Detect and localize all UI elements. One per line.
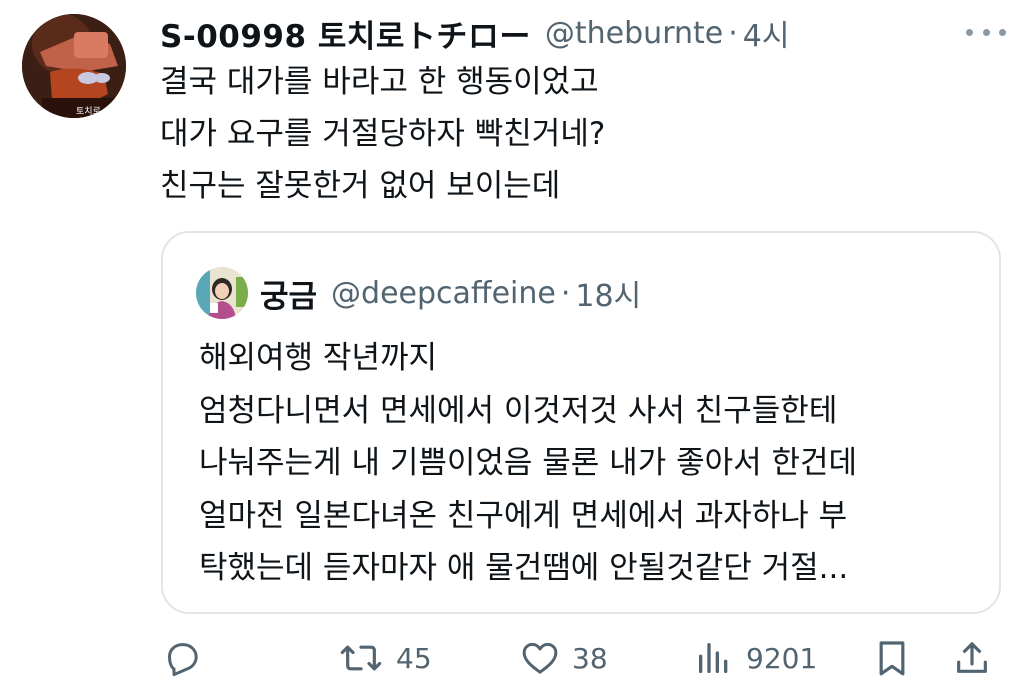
quoted-avatar-image	[196, 267, 248, 319]
views-icon	[699, 643, 728, 673]
avatar-caption: 토치로	[76, 105, 101, 117]
author-handle[interactable]: @theburnte	[545, 16, 723, 51]
quoted-tweet-card[interactable]: 궁금 @deepcaffeine · 18시 해외여행 작년까지 엄청다니면서 …	[161, 231, 1001, 614]
quoted-text-line: 탁했는데 듣자마자 애 물건땜에 안될것같단 거절...	[199, 550, 849, 586]
quoted-text-line: 해외여행 작년까지	[199, 340, 438, 376]
tweet-header: S-00998 토치로トチロー @theburnte · 4시	[160, 11, 954, 55]
tweet-action-bar: 45 38 9201	[0, 630, 1024, 686]
quoted-author-display-name[interactable]: 궁금	[260, 271, 317, 316]
author-avatar[interactable]: 토치로	[22, 14, 126, 118]
quoted-tweet-timestamp[interactable]: 18시	[575, 271, 641, 315]
bookmark-icon	[879, 641, 905, 676]
retweet-button[interactable]: 45	[338, 630, 432, 686]
quoted-text-line: 나눠주는게 내 기쁨이었음 물론 내가 좋아서 한건데	[199, 445, 858, 481]
more-dot	[999, 28, 1006, 36]
quoted-tweet-text: 해외여행 작년까지 엄청다니면서 면세에서 이것저것 사서 친구들한테 나눠주는…	[199, 332, 989, 595]
share-icon	[957, 642, 987, 673]
quoted-text-line: 엄청다니면서 면세에서 이것저것 사서 친구들한테	[199, 392, 838, 429]
retweet-count: 45	[396, 641, 432, 675]
tweet-text: 결국 대가를 바라고 한 행동이었고 대가 요구를 거절당하자 빡친거네? 친구…	[160, 56, 980, 212]
bookmark-button[interactable]	[872, 630, 912, 686]
views-button[interactable]: 9201	[694, 630, 817, 686]
share-button[interactable]	[952, 630, 992, 686]
retweet-icon	[340, 645, 382, 671]
view-count: 9201	[746, 641, 818, 675]
tweet-text-line: 대가 요구를 거절당하자 빡친거네?	[160, 116, 606, 152]
quoted-text-line: 얼마전 일본다녀온 친구에게 면세에서 과자하나 부	[199, 497, 848, 534]
tweet-text-line: 결국 대가를 바라고 한 행동이었고	[160, 64, 599, 100]
like-count: 38	[572, 641, 608, 675]
more-dot	[966, 28, 973, 36]
quoted-author-handle[interactable]: @deepcaffeine	[331, 276, 556, 311]
avatar-image: 토치로	[22, 14, 126, 118]
like-button[interactable]: 38	[520, 630, 608, 686]
tweet-timestamp[interactable]: 4시	[743, 11, 790, 55]
quoted-author-avatar[interactable]	[196, 267, 248, 319]
more-dot	[982, 28, 990, 36]
separator-dot: ·	[560, 275, 571, 311]
separator-dot: ·	[728, 15, 738, 51]
quoted-tweet-header: 궁금 @deepcaffeine · 18시	[260, 269, 641, 317]
reply-button[interactable]	[162, 630, 202, 686]
reply-icon	[168, 643, 198, 677]
more-options-icon[interactable]	[966, 20, 1006, 44]
author-display-name[interactable]: S-00998 토치로トチロー	[160, 11, 531, 56]
heart-icon	[522, 642, 558, 674]
tweet-text-line: 친구는 잘못한거 없어 보이는데	[160, 168, 561, 204]
